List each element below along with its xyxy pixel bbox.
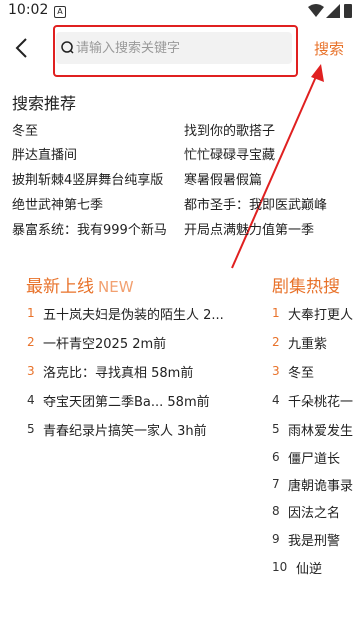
list-item[interactable]: 九重紫: [288, 333, 360, 352]
list-item[interactable]: 我是刑警: [288, 530, 360, 549]
rank-number: 4: [272, 393, 280, 407]
recommend-item[interactable]: 绝世武神第七季: [12, 194, 103, 213]
rank-number: 9: [272, 532, 280, 546]
rank-number: 10: [272, 560, 288, 574]
rank-number: 4: [27, 393, 35, 407]
search-button[interactable]: 搜索: [314, 38, 344, 59]
list-item[interactable]: 青春纪录片搞笑一家人 3h前: [43, 420, 258, 439]
list-item[interactable]: 仙逆: [296, 558, 360, 577]
list-item[interactable]: 夺宝天团第二季Ba... 58m前: [43, 391, 258, 410]
recommend-item[interactable]: 忙忙碌碌寻宝藏: [184, 144, 275, 163]
rank-number: 5: [27, 422, 35, 436]
recommend-item[interactable]: 寒暑假暑假篇: [184, 169, 262, 188]
new-badge: NEW: [98, 278, 134, 296]
list-item[interactable]: 五十岚夫妇是伪装的陌生人 2...: [43, 304, 258, 323]
hot-title: 剧集热搜: [272, 277, 340, 297]
rank-number: 1: [27, 306, 35, 320]
rank-number: 2: [27, 335, 35, 349]
recommend-item[interactable]: 暴富系统：我有999个新马: [12, 219, 167, 238]
list-item[interactable]: 因法之名: [288, 502, 360, 521]
latest-title-text: 最新上线: [26, 277, 94, 297]
list-item[interactable]: 千朵桃花一: [288, 391, 360, 410]
list-item[interactable]: 大奉打更人: [288, 304, 360, 323]
recommend-item[interactable]: 披荆斩棘4竖屏舞台纯享版: [12, 169, 163, 188]
recommend-item[interactable]: 冬至: [12, 120, 38, 139]
list-item[interactable]: 洛克比：寻找真相 58m前: [43, 362, 258, 381]
recommend-item[interactable]: 胖达直播间: [12, 144, 77, 163]
search-highlight-box: [53, 25, 298, 77]
battery-icon: [344, 4, 352, 18]
recommend-item[interactable]: 都市圣手：我即医武巅峰: [184, 194, 327, 213]
status-time: 10:02: [8, 2, 49, 18]
back-arrow-icon[interactable]: [12, 36, 32, 60]
rank-number: 3: [272, 364, 280, 378]
recommend-title: 搜索推荐: [12, 94, 77, 113]
notification-icon: A: [54, 6, 66, 18]
list-item[interactable]: 僵尸道长: [288, 448, 360, 467]
rank-number: 6: [272, 450, 280, 464]
rank-number: 8: [272, 504, 280, 518]
rank-number: 7: [272, 477, 280, 491]
status-bar: 10:02 A: [0, 0, 360, 24]
wifi-icon: [308, 4, 324, 17]
rank-number: 2: [272, 335, 280, 349]
list-item[interactable]: 唐朝诡事录: [288, 475, 360, 494]
rank-number: 1: [272, 306, 280, 320]
rank-number: 5: [272, 422, 280, 436]
latest-title: 最新上线 NEW: [26, 272, 134, 297]
cell-signal-icon: [326, 4, 340, 18]
list-item[interactable]: 雨林爱发生: [288, 420, 360, 439]
recommend-item[interactable]: 开局点满魅力值第一季: [184, 219, 314, 238]
list-item[interactable]: 冬至: [288, 362, 360, 381]
rank-number: 3: [27, 364, 35, 378]
recommend-item[interactable]: 找到你的歌搭子: [184, 120, 275, 139]
list-item[interactable]: 一杆青空2025 2m前: [43, 333, 258, 352]
